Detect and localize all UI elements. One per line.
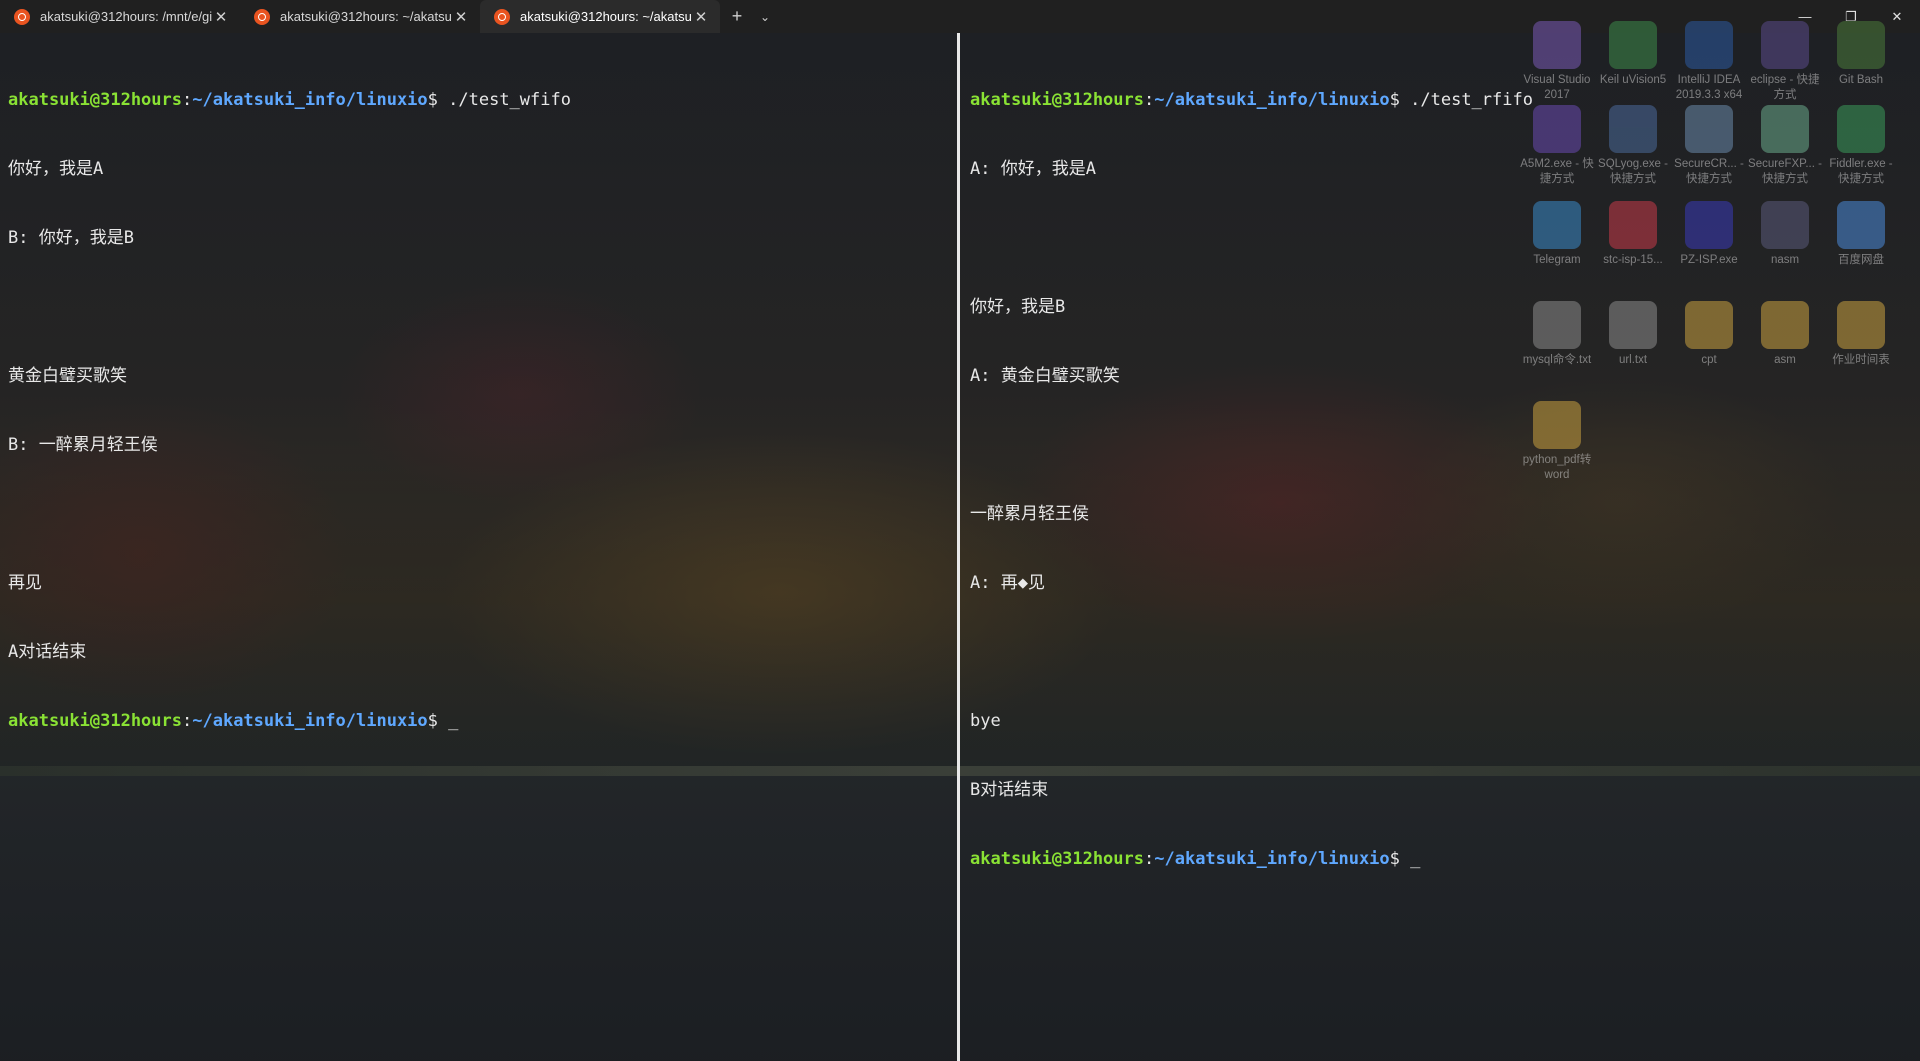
ubuntu-icon	[14, 8, 30, 25]
terminal-workspace: Visual Studio 2017 Keil uVision5 IntelliJ …	[0, 21, 1920, 1061]
prompt-end: $	[427, 711, 449, 731]
prompt-user: akatsuki@312hours	[8, 711, 182, 731]
prompt-sep: :	[1144, 90, 1155, 110]
output-line: 再见	[8, 573, 42, 593]
output-line: bye	[970, 711, 1001, 731]
cursor: _	[1410, 849, 1421, 869]
close-icon[interactable]: ✕	[452, 8, 470, 26]
prompt-line: akatsuki@312hours:~/akatsuki_info/linuxi…	[8, 89, 949, 112]
close-icon[interactable]: ✕	[212, 8, 230, 26]
prompt-sep: :	[182, 711, 193, 731]
tab-1[interactable]: akatsuki@312hours: /mnt/e/gi ✕	[0, 0, 240, 33]
output-line: A: 黄金白璧买歌笑	[970, 366, 1120, 386]
prompt-user: akatsuki@312hours	[8, 90, 182, 110]
prompt-path: ~/akatsuki_info/linuxio	[1154, 90, 1390, 110]
prompt-path: ~/akatsuki_info/linuxio	[192, 711, 428, 731]
output-line: A对话结束	[8, 642, 87, 662]
prompt-end: $	[427, 90, 449, 110]
prompt-line: akatsuki@312hours:~/akatsuki_info/linuxi…	[970, 89, 1912, 112]
chevron-down-icon[interactable]: ⌄	[754, 0, 776, 33]
prompt-line: akatsuki@312hours:~/akatsuki_info/linuxi…	[970, 848, 1912, 871]
tab-2[interactable]: akatsuki@312hours: ~/akatsuk ✕	[240, 0, 480, 33]
prompt-user: akatsuki@312hours	[970, 90, 1144, 110]
ubuntu-icon	[254, 8, 270, 25]
prompt-path: ~/akatsuki_info/linuxio	[1154, 849, 1390, 869]
tab-title: akatsuki@312hours: ~/akatsu	[520, 9, 692, 24]
prompt-path: ~/akatsuki_info/linuxio	[192, 90, 428, 110]
prompt-end: $	[1389, 849, 1411, 869]
prompt-line: akatsuki@312hours:~/akatsuki_info/linuxi…	[8, 710, 949, 733]
cursor: _	[448, 711, 459, 731]
new-tab-button[interactable]: +	[720, 0, 754, 33]
prompt-user: akatsuki@312hours	[970, 849, 1144, 869]
command-text: ./test_rfifo	[1410, 90, 1533, 110]
output-line: B: 你好，我是B	[8, 228, 134, 248]
command-text: ./test_wfifo	[448, 90, 571, 110]
tab-title: akatsuki@312hours: ~/akatsuk	[280, 9, 452, 24]
output-line: B对话结束	[970, 780, 1049, 800]
close-icon[interactable]: ✕	[692, 8, 710, 26]
output-line: A: 再◆见	[970, 573, 1045, 593]
output-line: 一醉累月轻王侯	[970, 504, 1089, 524]
tab-title: akatsuki@312hours: /mnt/e/gi	[40, 9, 212, 24]
ubuntu-icon	[494, 8, 510, 25]
output-line: A: 你好，我是A	[970, 159, 1096, 179]
terminal-pane-left[interactable]: akatsuki@312hours:~/akatsuki_info/linuxi…	[0, 33, 957, 1061]
tab-3-active[interactable]: akatsuki@312hours: ~/akatsu ✕	[480, 0, 720, 33]
output-line: 黄金白璧买歌笑	[8, 366, 127, 386]
output-line: B: 一醉累月轻王侯	[8, 435, 158, 455]
pane-divider[interactable]	[957, 33, 960, 1061]
prompt-sep: :	[1144, 849, 1155, 869]
prompt-sep: :	[182, 90, 193, 110]
output-line: 你好，我是A	[8, 159, 104, 179]
terminal-pane-right[interactable]: akatsuki@312hours:~/akatsuki_info/linuxi…	[962, 33, 1920, 1061]
output-line: 你好，我是B	[970, 297, 1066, 317]
prompt-end: $	[1389, 90, 1411, 110]
